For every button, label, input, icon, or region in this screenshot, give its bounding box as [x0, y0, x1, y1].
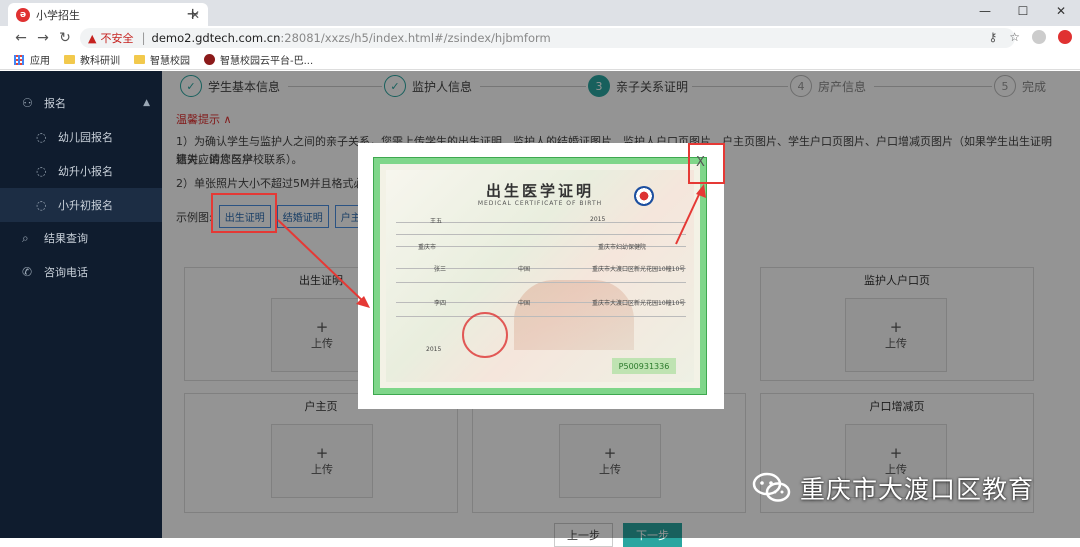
- wechat-icon: [752, 472, 791, 502]
- watermark-text: 重庆市大渡口区教育: [800, 475, 1035, 504]
- arrow-to-close: [675, 187, 703, 245]
- annotation-arrows: [277, 184, 706, 308]
- arrow-to-image: [277, 219, 367, 305]
- wechat-watermark: 重庆市大渡口区教育: [752, 470, 1034, 506]
